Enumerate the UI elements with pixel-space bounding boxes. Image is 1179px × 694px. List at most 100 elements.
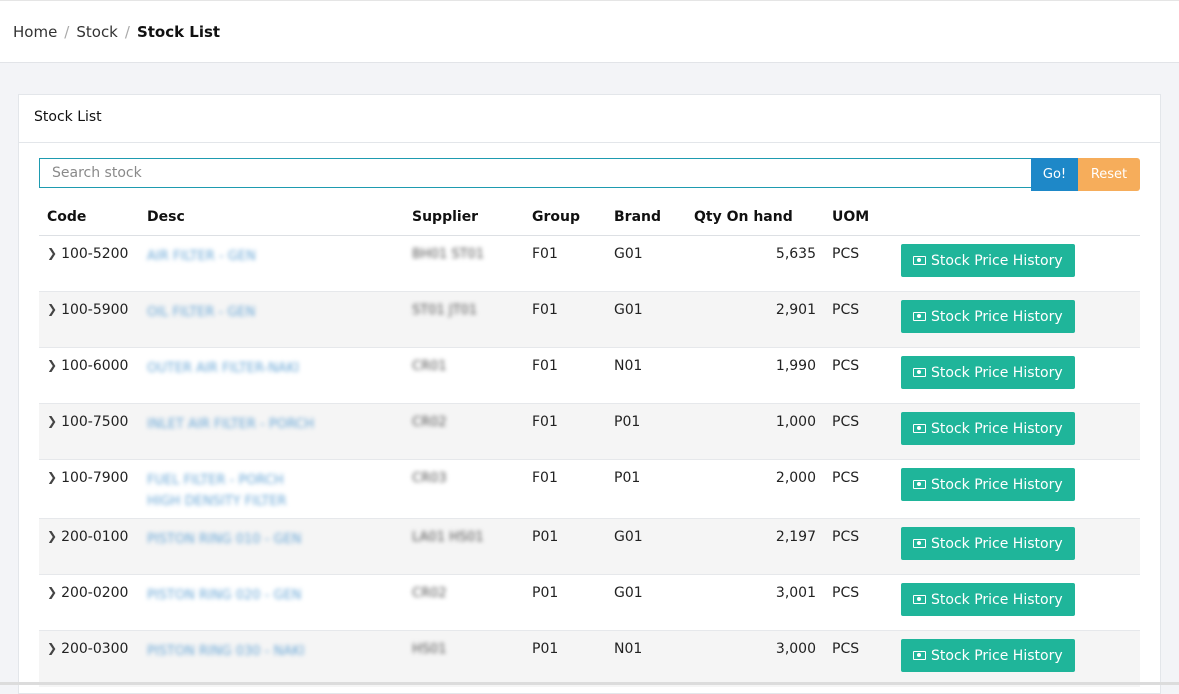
header-desc[interactable]: Desc: [139, 199, 404, 236]
chevron-right-icon[interactable]: ❯: [47, 414, 57, 428]
cell-supplier: CR01: [404, 347, 524, 404]
stock-price-history-label: Stock Price History: [931, 647, 1063, 664]
stock-price-history-label: Stock Price History: [931, 535, 1063, 552]
cell-uom: PCS: [824, 630, 893, 687]
header-uom[interactable]: UOM: [824, 199, 893, 236]
header-code[interactable]: Code: [39, 199, 139, 236]
cell-desc: FUEL FILTER - PORCH HIGH DENSITY FILTER: [139, 459, 404, 519]
go-button[interactable]: Go!: [1031, 158, 1078, 191]
stock-price-history-button[interactable]: Stock Price History: [901, 356, 1075, 389]
card-title: Stock List: [19, 95, 1160, 143]
stock-desc[interactable]: PISTON RING 020 - GEN: [147, 585, 396, 606]
header-brand[interactable]: Brand: [606, 199, 686, 236]
stock-price-history-label: Stock Price History: [931, 308, 1063, 325]
stock-price-history-label: Stock Price History: [931, 420, 1063, 437]
cell-desc: OUTER AIR FILTER-NAKI: [139, 347, 404, 404]
cell-group: F01: [524, 347, 606, 404]
cell-brand: N01: [606, 347, 686, 404]
cell-code[interactable]: ❯ 200-0300: [39, 630, 139, 687]
reset-button[interactable]: Reset: [1078, 158, 1140, 191]
cell-code[interactable]: ❯ 100-7500: [39, 403, 139, 460]
table-row: ❯ 100-7500 INLET AIR FILTER - PORCH CR02 F01…: [39, 403, 1140, 460]
stock-price-history-button[interactable]: Stock Price History: [901, 244, 1075, 277]
money-icon: [913, 312, 926, 321]
cell-actions: Stock Price History: [893, 459, 1140, 519]
cell-group: F01: [524, 403, 606, 460]
cell-uom: PCS: [824, 518, 893, 575]
breadcrumb-current: Stock List: [136, 23, 221, 41]
stock-desc[interactable]: AIR FILTER - GEN: [147, 246, 396, 267]
chevron-right-icon[interactable]: ❯: [47, 470, 57, 484]
table-row: ❯ 200-0300 PISTON RING 030 - NAKI HS01 P01 N0…: [39, 630, 1140, 687]
cell-uom: PCS: [824, 574, 893, 631]
stock-code: 100-5200: [61, 246, 129, 262]
cell-code[interactable]: ❯ 100-5900: [39, 291, 139, 348]
stock-code: 200-0200: [61, 585, 129, 601]
stock-code: 100-7500: [61, 414, 129, 430]
stock-desc[interactable]: PISTON RING 030 - NAKI: [147, 641, 396, 662]
search-input[interactable]: [39, 158, 1031, 188]
header-group[interactable]: Group: [524, 199, 606, 236]
cell-desc: PISTON RING 010 - GEN: [139, 518, 404, 575]
stock-price-history-button[interactable]: Stock Price History: [901, 300, 1075, 333]
stock-supplier: CR02: [412, 415, 447, 430]
chevron-right-icon[interactable]: ❯: [47, 246, 57, 260]
stock-supplier: ST01 JT01: [412, 303, 478, 318]
stock-price-history-button[interactable]: Stock Price History: [901, 412, 1075, 445]
cell-brand: G01: [606, 291, 686, 348]
cell-group: P01: [524, 574, 606, 631]
chevron-right-icon[interactable]: ❯: [47, 358, 57, 372]
cell-qty: 2,197: [686, 518, 824, 575]
chevron-right-icon[interactable]: ❯: [47, 641, 57, 655]
table-row: ❯ 100-7900 FUEL FILTER - PORCH HIGH DENSITY…: [39, 459, 1140, 519]
money-icon: [913, 595, 926, 604]
cell-desc: INLET AIR FILTER - PORCH: [139, 403, 404, 460]
stock-price-history-button[interactable]: Stock Price History: [901, 468, 1075, 501]
stock-supplier: CR01: [412, 359, 447, 374]
stock-desc[interactable]: OIL FILTER - GEN: [147, 302, 396, 323]
chevron-right-icon[interactable]: ❯: [47, 302, 57, 316]
money-icon: [913, 368, 926, 377]
chevron-right-icon[interactable]: ❯: [47, 585, 57, 599]
stock-price-history-button[interactable]: Stock Price History: [901, 583, 1075, 616]
stock-supplier: CR03: [412, 471, 447, 486]
cell-code[interactable]: ❯ 100-7900: [39, 459, 139, 519]
stock-desc[interactable]: PISTON RING 010 - GEN: [147, 529, 396, 550]
cell-desc: AIR FILTER - GEN: [139, 235, 404, 292]
cell-brand: P01: [606, 459, 686, 519]
cell-desc: OIL FILTER - GEN: [139, 291, 404, 348]
breadcrumb-separator: /: [64, 23, 70, 41]
table-row: ❯ 200-0100 PISTON RING 010 - GEN LA01 HS01 P…: [39, 518, 1140, 575]
cell-group: P01: [524, 630, 606, 687]
stock-table: Code Desc Supplier Group Brand Qty On ha…: [39, 199, 1140, 687]
stock-price-history-button[interactable]: Stock Price History: [901, 639, 1075, 672]
cell-group: F01: [524, 291, 606, 348]
stock-code: 200-0100: [61, 529, 129, 545]
cell-code[interactable]: ❯ 100-5200: [39, 235, 139, 292]
breadcrumb-home[interactable]: Home: [13, 23, 57, 41]
stock-desc[interactable]: OUTER AIR FILTER-NAKI: [147, 358, 396, 379]
stock-desc[interactable]: INLET AIR FILTER - PORCH: [147, 414, 396, 435]
top-bar: Home / Stock / Stock List: [0, 0, 1179, 63]
stock-supplier: BH01 ST01: [412, 247, 485, 262]
stock-desc[interactable]: FUEL FILTER - PORCH: [147, 470, 396, 491]
stock-price-history-button[interactable]: Stock Price History: [901, 527, 1075, 560]
stock-code: 100-7900: [61, 470, 129, 486]
stock-desc-line2: HIGH DENSITY FILTER: [147, 494, 287, 509]
cell-code[interactable]: ❯ 200-0200: [39, 574, 139, 631]
cell-code[interactable]: ❯ 100-6000: [39, 347, 139, 404]
money-icon: [913, 651, 926, 660]
cell-actions: Stock Price History: [893, 347, 1140, 404]
search-bar: Go! Reset: [39, 158, 1140, 191]
stock-supplier: CR02: [412, 586, 447, 601]
breadcrumb-stock[interactable]: Stock: [76, 23, 118, 41]
cell-supplier: ST01 JT01: [404, 291, 524, 348]
cell-uom: PCS: [824, 291, 893, 348]
header-actions: [893, 199, 1140, 236]
header-supplier[interactable]: Supplier: [404, 199, 524, 236]
header-qty[interactable]: Qty On hand: [686, 199, 824, 236]
cell-code[interactable]: ❯ 200-0100: [39, 518, 139, 575]
chevron-right-icon[interactable]: ❯: [47, 529, 57, 543]
table-row: ❯ 200-0200 PISTON RING 020 - GEN CR02 P01 G01…: [39, 574, 1140, 631]
cell-supplier: CR02: [404, 403, 524, 460]
